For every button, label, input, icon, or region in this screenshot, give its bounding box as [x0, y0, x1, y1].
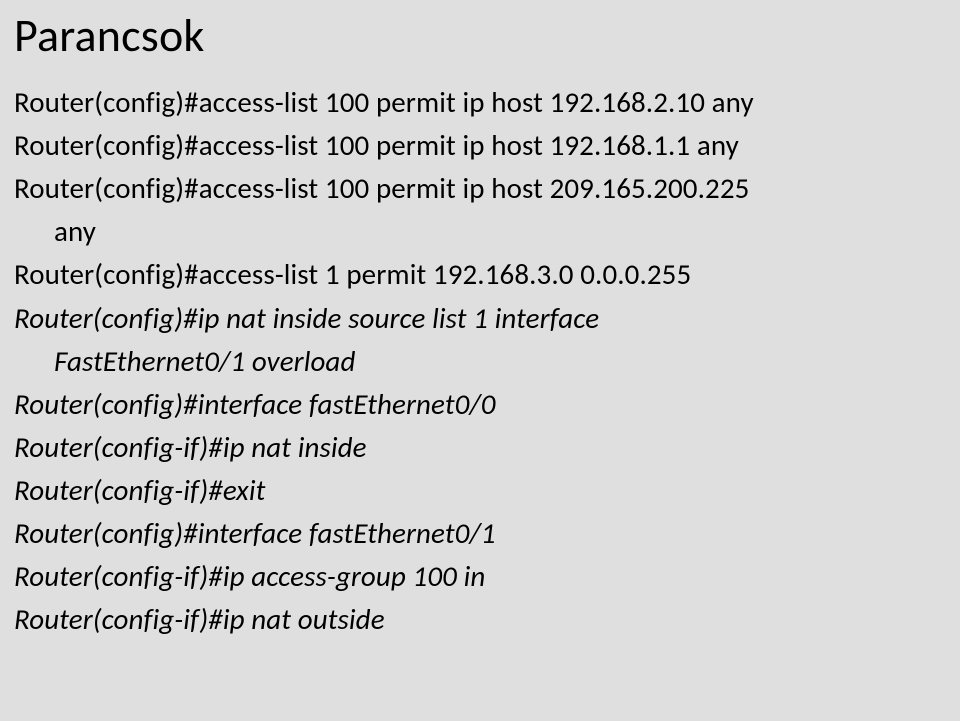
command-block: Router(config)#access-list 100 permit ip…	[14, 84, 940, 638]
command-line: Router(config-if)#ip access-group 100 in	[14, 558, 940, 595]
command-line: Router(config)#access-list 100 permit ip…	[14, 84, 940, 121]
command-line: Router(config)#access-list 100 permit ip…	[14, 170, 940, 207]
command-line: Router(config)#interface fastEthernet0/1	[14, 515, 940, 552]
slide: Parancsok Router(config)#access-list 100…	[0, 0, 960, 721]
command-line: Router(config-if)#ip nat outside	[14, 601, 940, 638]
command-line: Router(config)#access-list 100 permit ip…	[14, 127, 940, 164]
page-title: Parancsok	[14, 8, 940, 64]
command-line: Router(config)#access-list 1 permit 192.…	[14, 256, 940, 293]
command-line: Router(config)#interface fastEthernet0/0	[14, 386, 940, 423]
command-line: Router(config)#ip nat inside source list…	[14, 300, 940, 337]
command-line: Router(config-if)#exit	[14, 472, 940, 509]
command-line: any	[14, 213, 940, 250]
command-line: FastEthernet0/1 overload	[14, 343, 940, 380]
command-line: Router(config-if)#ip nat inside	[14, 429, 940, 466]
